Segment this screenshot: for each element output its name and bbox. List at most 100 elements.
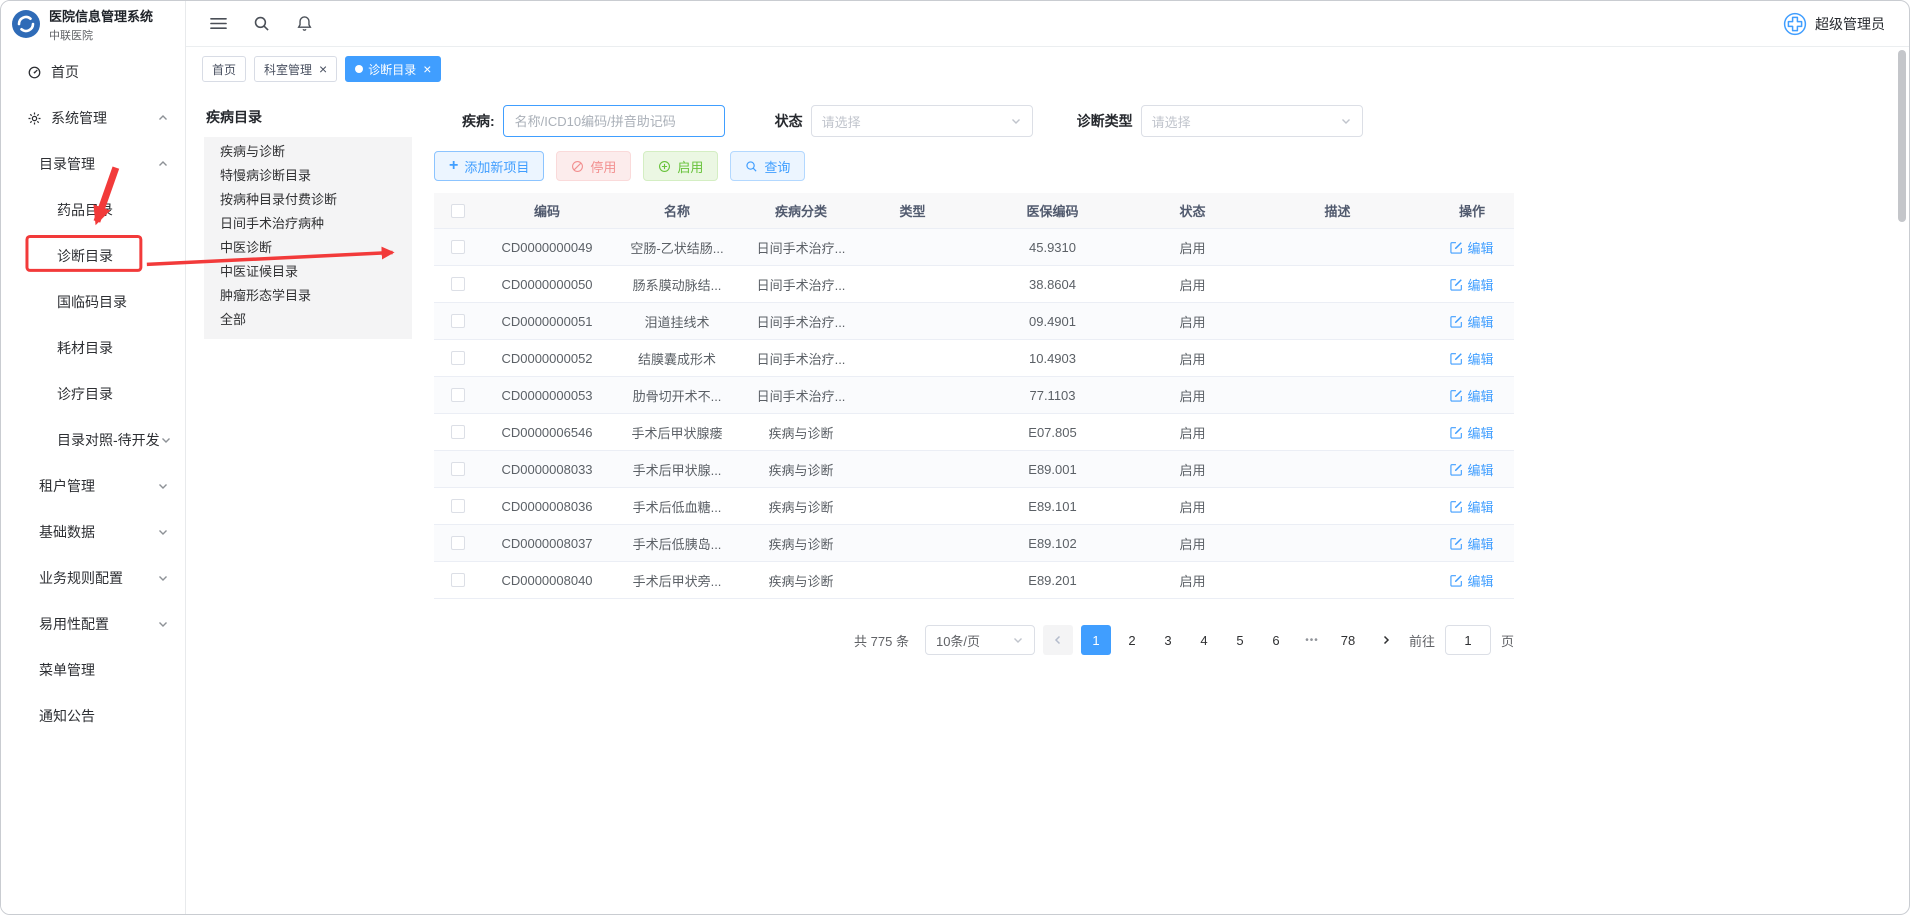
row-checkbox[interactable] [451, 425, 465, 439]
sidebar-item[interactable]: 基础数据 [1, 509, 185, 555]
sidebar-item[interactable]: 菜单管理 [1, 647, 185, 693]
edit-button[interactable]: 编辑 [1450, 460, 1493, 479]
disease-category-item[interactable]: 疾病与诊断 [204, 140, 412, 164]
disease-category-item[interactable]: 肿瘤形态学目录 [204, 284, 412, 308]
add-item-label: 添加新项目 [464, 157, 529, 176]
sidebar-item[interactable]: 易用性配置 [1, 601, 185, 647]
user-menu[interactable]: 超级管理员 [1783, 12, 1885, 36]
status-select[interactable]: 请选择 [811, 105, 1033, 137]
edit-button[interactable]: 编辑 [1450, 275, 1493, 294]
edit-button[interactable]: 编辑 [1450, 571, 1493, 590]
edit-button[interactable]: 编辑 [1450, 534, 1493, 553]
sidebar-item-label: 诊疗目录 [57, 384, 169, 404]
table-row: CD0000000050肠系膜动脉结...日间手术治疗...38.8604启用编… [434, 266, 1514, 303]
disease-category-item[interactable]: 按病种目录付费诊断 [204, 188, 412, 212]
sidebar-item[interactable]: 通知公告 [1, 693, 185, 739]
row-checkbox[interactable] [451, 536, 465, 550]
sidebar-item[interactable]: 租户管理 [1, 463, 185, 509]
edit-icon [1450, 278, 1463, 291]
tab[interactable]: 科室管理× [254, 56, 337, 82]
cell-name: 手术后低血糖... [612, 497, 742, 516]
row-checkbox[interactable] [451, 277, 465, 291]
sidebar-item[interactable]: 诊断目录 [1, 233, 185, 279]
disease-category-item[interactable]: 全部 [204, 308, 412, 332]
close-tab-icon[interactable]: × [319, 62, 327, 76]
disease-category-item[interactable]: 中医证候目录 [204, 260, 412, 284]
scrollbar-thumb[interactable] [1898, 50, 1906, 222]
page-button[interactable]: 6 [1261, 625, 1291, 655]
cell-actions: 编辑 [1430, 275, 1514, 294]
add-item-button[interactable]: +添加新项目 [434, 151, 544, 181]
diagnosis-type-select[interactable]: 请选择 [1141, 105, 1363, 137]
enable-button[interactable]: 启用 [643, 151, 718, 181]
cell-category: 疾病与诊断 [742, 460, 860, 479]
search-icon [745, 160, 758, 173]
disease-search-input[interactable] [503, 105, 725, 137]
pagination-more-icon[interactable]: ••• [1297, 625, 1327, 655]
page-size-value: 10条/页 [936, 631, 1012, 650]
row-checkbox[interactable] [451, 240, 465, 254]
page-button[interactable]: 3 [1153, 625, 1183, 655]
select-all-checkbox[interactable] [451, 204, 465, 218]
page-size-select[interactable]: 10条/页 [925, 625, 1035, 655]
edit-button[interactable]: 编辑 [1450, 386, 1493, 405]
cell-status: 启用 [1140, 349, 1245, 368]
sidebar-item-label: 首页 [51, 62, 169, 82]
sidebar-item[interactable]: 国临码目录 [1, 279, 185, 325]
page-button[interactable]: 4 [1189, 625, 1219, 655]
sidebar-item[interactable]: 业务规则配置 [1, 555, 185, 601]
tab[interactable]: 首页 [202, 56, 246, 82]
tab[interactable]: 诊断目录× [345, 56, 441, 82]
vertical-scrollbar[interactable] [1895, 47, 1908, 913]
sidebar-item[interactable]: 系统管理 [1, 95, 185, 141]
search-icon[interactable] [253, 15, 270, 32]
cell-status: 启用 [1140, 460, 1245, 479]
cell-insurance_code: 10.4903 [965, 351, 1140, 366]
row-checkbox[interactable] [451, 573, 465, 587]
page-button[interactable]: 1 [1081, 625, 1111, 655]
sidebar-item[interactable]: 耗材目录 [1, 325, 185, 371]
notification-bell-icon[interactable] [296, 15, 313, 32]
disease-category-item[interactable]: 中医诊断 [204, 236, 412, 260]
sidebar-item[interactable]: 目录对照-待开发 [1, 417, 185, 463]
disease-category-item[interactable]: 日间手术治疗病种 [204, 212, 412, 236]
sidebar-item[interactable]: 诊疗目录 [1, 371, 185, 417]
edit-label: 编辑 [1467, 275, 1493, 294]
row-checkbox-cell [434, 314, 482, 328]
cell-actions: 编辑 [1430, 238, 1514, 257]
disable-button[interactable]: 停用 [556, 151, 631, 181]
page-button[interactable]: 78 [1333, 625, 1363, 655]
edit-button[interactable]: 编辑 [1450, 238, 1493, 257]
page-button[interactable]: 5 [1225, 625, 1255, 655]
next-page-button[interactable] [1371, 625, 1401, 655]
edit-button[interactable]: 编辑 [1450, 312, 1493, 331]
work-area: 疾病: 状态 请选择 诊断类型 请选择 +添加新项目 停用 [434, 105, 1514, 655]
sidebar-item[interactable]: 药品目录 [1, 187, 185, 233]
edit-label: 编辑 [1467, 386, 1493, 405]
enable-label: 启用 [677, 157, 703, 176]
prev-page-button[interactable] [1043, 625, 1073, 655]
edit-icon [1450, 426, 1463, 439]
query-button[interactable]: 查询 [730, 151, 805, 181]
hospital-name: 中联医院 [49, 27, 153, 43]
hamburger-menu-icon[interactable] [210, 15, 227, 32]
page-button[interactable]: 2 [1117, 625, 1147, 655]
sidebar-item[interactable]: 目录管理 [1, 141, 185, 187]
edit-button[interactable]: 编辑 [1450, 423, 1493, 442]
row-checkbox[interactable] [451, 462, 465, 476]
row-checkbox[interactable] [451, 499, 465, 513]
edit-button[interactable]: 编辑 [1450, 349, 1493, 368]
table-row: CD0000000049空肠-乙状结肠...日间手术治疗...45.9310启用… [434, 229, 1514, 266]
row-checkbox[interactable] [451, 388, 465, 402]
row-checkbox[interactable] [451, 314, 465, 328]
row-checkbox[interactable] [451, 351, 465, 365]
edit-button[interactable]: 编辑 [1450, 497, 1493, 516]
disease-category-item[interactable]: 特慢病诊断目录 [204, 164, 412, 188]
cell-insurance_code: E89.001 [965, 462, 1140, 477]
cell-actions: 编辑 [1430, 349, 1514, 368]
goto-page-input[interactable] [1445, 625, 1491, 655]
close-tab-icon[interactable]: × [423, 62, 431, 76]
table-row: CD0000008037手术后低胰岛...疾病与诊断E89.102启用编辑 [434, 525, 1514, 562]
user-name: 超级管理员 [1815, 14, 1885, 34]
sidebar-item[interactable]: 首页 [1, 49, 185, 95]
